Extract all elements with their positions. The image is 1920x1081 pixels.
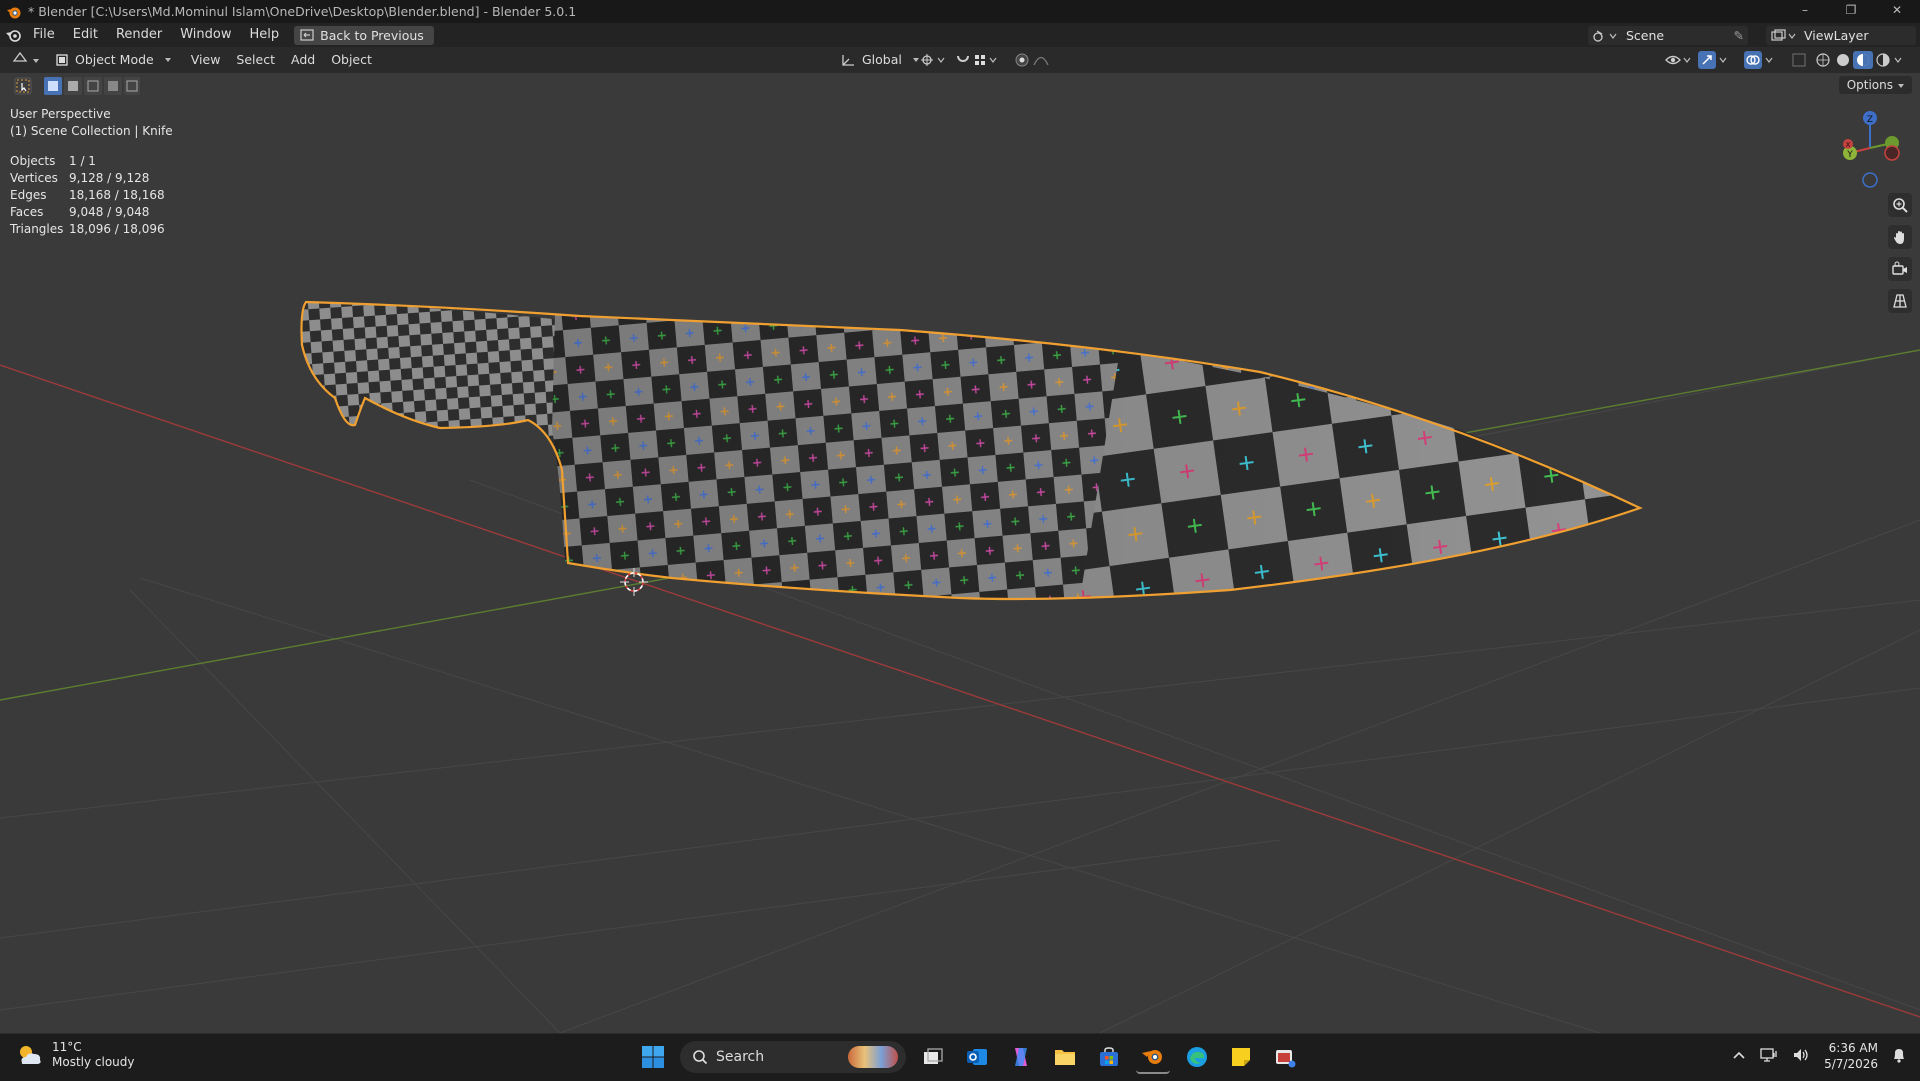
temperature: 11°C: [52, 1040, 82, 1054]
window-title: * Blender [C:\Users\Md.Mominul Islam\One…: [28, 4, 577, 19]
edge-icon[interactable]: [1180, 1040, 1214, 1074]
scene-name[interactable]: Scene: [1626, 28, 1664, 43]
view-layer-icon: [1771, 28, 1796, 41]
menu-add[interactable]: Add: [283, 47, 323, 73]
svg-text:Y: Y: [1846, 150, 1853, 160]
stat-row: Vertices 9,128 / 9,128: [10, 171, 150, 185]
clock-date: 5/7/2026: [1824, 1057, 1878, 1071]
navigation-gizmo[interactable]: Z Y X: [1843, 111, 1900, 188]
viewport-header: Object Mode View Select Add Object Globa…: [0, 47, 1920, 73]
menu-render[interactable]: Render: [107, 23, 171, 47]
back-to-previous-button[interactable]: Back to Previous: [294, 25, 434, 45]
taskbar-apps: Search: [636, 1040, 1302, 1074]
blender-taskbar-icon[interactable]: [1136, 1040, 1170, 1074]
window-controls: – ❐ ✕: [1782, 0, 1920, 23]
screen-back-icon: [300, 29, 314, 41]
view-layer-selector[interactable]: ViewLayer: [1766, 26, 1916, 45]
windows-taskbar: 11°C Mostly cloudy Search 6:36 AM 5/7/20…: [0, 1033, 1920, 1081]
windows-logo-icon: [642, 1046, 664, 1068]
start-button[interactable]: [636, 1040, 670, 1074]
orientation-label: Global: [862, 52, 902, 67]
scene-statistics: Objects 1 / 1 Vertices 9,128 / 9,128 Edges…: [10, 153, 165, 238]
menu-select[interactable]: Select: [228, 47, 283, 73]
copilot-icon[interactable]: [1004, 1040, 1038, 1074]
svg-text:X: X: [1846, 141, 1851, 149]
menu-file[interactable]: File: [24, 23, 64, 47]
view-layer-name[interactable]: ViewLayer: [1804, 28, 1869, 43]
show-hidden-icons-icon[interactable]: [1732, 1049, 1746, 1063]
viewport-navigation-tools: [1888, 193, 1912, 313]
system-tray: 6:36 AM 5/7/2026: [1732, 1040, 1906, 1072]
shading-modes[interactable]: [1813, 51, 1913, 73]
selection-modes-icon[interactable]: [44, 77, 140, 99]
menu-edit[interactable]: Edit: [64, 23, 107, 47]
weather-condition: Mostly cloudy: [52, 1055, 135, 1069]
options-dropdown[interactable]: Options: [1838, 76, 1912, 94]
stat-row: Edges 18,168 / 18,168: [10, 188, 165, 202]
pan-hand-icon[interactable]: [1888, 225, 1912, 249]
xray-toggle-icon[interactable]: [1791, 52, 1807, 72]
search-placeholder: Search: [716, 1049, 765, 1065]
zoom-icon[interactable]: [1888, 193, 1912, 217]
transform-orientation-dropdown[interactable]: Global: [832, 47, 927, 73]
outlook-icon[interactable]: [960, 1040, 994, 1074]
minimize-button[interactable]: –: [1782, 0, 1828, 23]
viewport-canvas[interactable]: Z Y X: [0, 99, 1920, 1034]
cloudy-weather-icon: [20, 1046, 41, 1064]
back-to-previous-label: Back to Previous: [320, 27, 424, 43]
collection-label: (1) Scene Collection | Knife: [10, 124, 173, 138]
svg-text:Z: Z: [1867, 115, 1873, 125]
sticky-notes-icon[interactable]: [1224, 1040, 1258, 1074]
clock[interactable]: 6:36 AM 5/7/2026: [1824, 1040, 1878, 1072]
menu-view[interactable]: View: [183, 47, 229, 73]
volume-icon[interactable]: [1792, 1047, 1810, 1066]
3d-viewport[interactable]: Z Y X: [0, 99, 1920, 1034]
menu-object[interactable]: Object: [323, 47, 380, 73]
knife-mesh[interactable]: [300, 300, 1643, 601]
options-label: Options: [1846, 78, 1893, 92]
task-view-icon[interactable]: [916, 1040, 950, 1074]
maximize-button[interactable]: ❐: [1828, 0, 1874, 23]
scene-selector[interactable]: Scene ✎: [1588, 26, 1748, 45]
editor-type-icon: [12, 51, 28, 62]
search-icon: [693, 1050, 708, 1065]
select-box-tool-icon[interactable]: [14, 77, 32, 99]
tool-settings-row: Options: [0, 73, 1920, 99]
blender-logo-icon: [7, 7, 21, 18]
stat-row: Faces 9,048 / 9,048: [10, 205, 150, 219]
pin-icon[interactable]: ✎: [1734, 28, 1744, 43]
taskbar-search-input[interactable]: Search: [680, 1041, 906, 1073]
microsoft-store-icon[interactable]: [1092, 1040, 1126, 1074]
overlays-toggle-icon[interactable]: [1744, 51, 1776, 73]
search-highlight-icon: [848, 1046, 898, 1068]
scene-icon: [1593, 29, 1617, 42]
menu-window[interactable]: Window: [171, 23, 240, 47]
menu-help[interactable]: Help: [241, 23, 289, 47]
snipping-tool-icon[interactable]: [1268, 1040, 1302, 1074]
file-explorer-icon[interactable]: [1048, 1040, 1082, 1074]
pivot-point-icon[interactable]: [920, 52, 946, 72]
notification-bell-icon[interactable]: [1892, 1047, 1906, 1066]
blender-menu-icon[interactable]: [4, 27, 24, 43]
camera-view-icon[interactable]: [1888, 257, 1912, 281]
orientation-icon: [842, 55, 854, 66]
object-mode-icon: [56, 54, 68, 66]
visibility-icon[interactable]: [1664, 52, 1692, 72]
weather-widget[interactable]: 11°C Mostly cloudy: [16, 1040, 135, 1070]
orthographic-toggle-icon[interactable]: [1888, 289, 1912, 313]
mode-dropdown[interactable]: Object Mode: [47, 47, 179, 73]
clock-time: 6:36 AM: [1828, 1041, 1878, 1055]
close-button[interactable]: ✕: [1874, 0, 1920, 23]
snap-icon[interactable]: [955, 52, 1001, 72]
network-icon[interactable]: [1760, 1047, 1778, 1066]
title-bar: * Blender [C:\Users\Md.Mominul Islam\One…: [0, 0, 1920, 23]
perspective-label: User Perspective: [10, 107, 111, 121]
gizmo-toggle-icon[interactable]: [1698, 51, 1730, 73]
editor-type-button[interactable]: [0, 47, 47, 73]
stat-row: Triangles 18,096 / 18,096: [10, 222, 165, 236]
stat-row: Objects 1 / 1: [10, 154, 96, 168]
viewport-info: User Perspective (1) Scene Collection | …: [10, 106, 173, 140]
mode-label: Object Mode: [75, 52, 154, 67]
proportional-editing-icon[interactable]: [1014, 52, 1060, 72]
